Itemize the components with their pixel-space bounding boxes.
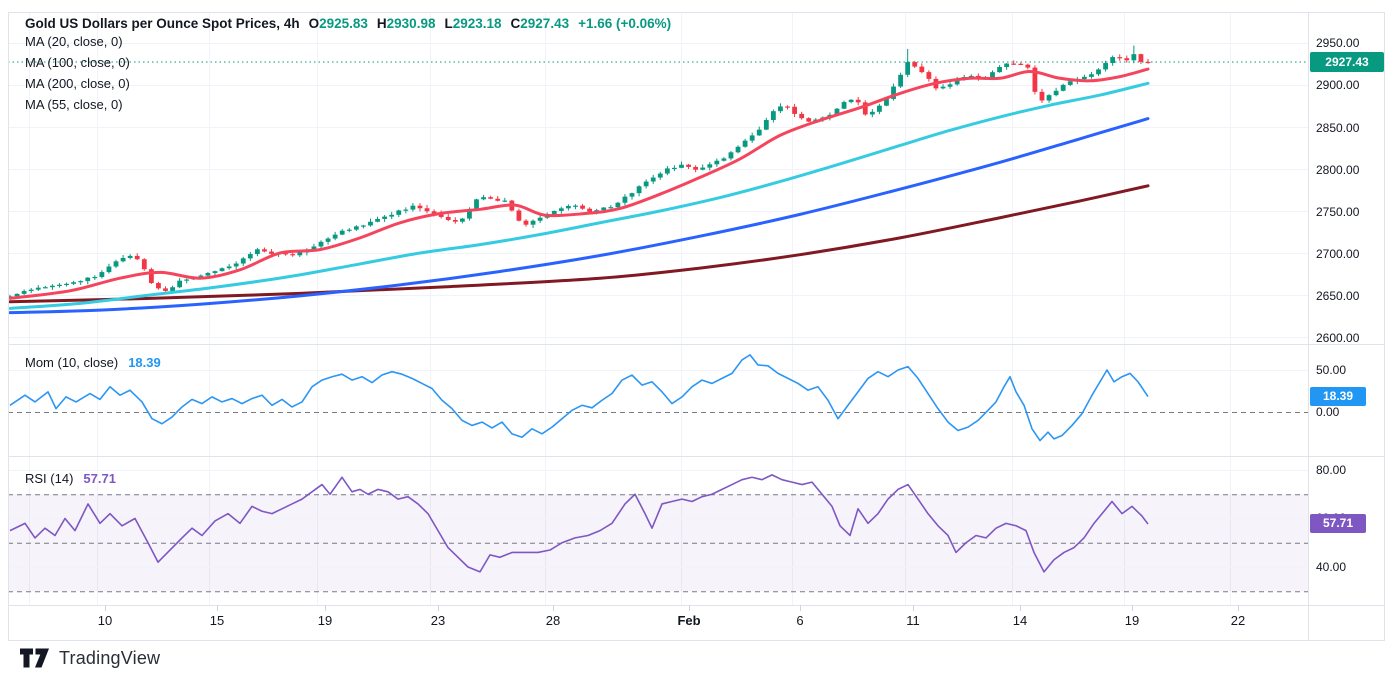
momentum-tick: 50.00 — [1316, 362, 1346, 378]
ma-20-label: MA (20, close, 0) — [25, 34, 123, 49]
legend-main: Gold US Dollars per Ounce Spot Prices, 4… — [25, 16, 671, 115]
pane-separator[interactable] — [8, 456, 1385, 457]
rsi-value: 57.71 — [83, 471, 116, 486]
tradingview-logo[interactable]: TradingView — [20, 646, 160, 671]
time-tick: 6 — [796, 613, 803, 628]
legend-ma-55[interactable]: MA (55, close, 0) — [25, 94, 671, 115]
time-tick: 14 — [1013, 613, 1027, 628]
time-tick-mark — [1020, 605, 1021, 611]
legend-momentum: Mom (10, close) 18.39 — [25, 355, 161, 370]
legend-ma-200[interactable]: MA (200, close, 0) — [25, 73, 671, 94]
rsi-tick: 40.00 — [1316, 559, 1346, 575]
time-tick-mark — [800, 605, 801, 611]
rsi-pane[interactable] — [8, 456, 1308, 605]
time-tick: 10 — [98, 613, 112, 628]
ohlc-open: O2925.83 — [309, 16, 368, 31]
price-change: +1.66 (+0.06%) — [578, 16, 671, 31]
time-tick-mark — [1238, 605, 1239, 611]
price-tick: 2750.00 — [1316, 204, 1359, 220]
time-tick-mark — [438, 605, 439, 611]
ma-100-label: MA (100, close, 0) — [25, 55, 130, 70]
time-tick: 28 — [546, 613, 560, 628]
pane-separator[interactable] — [8, 344, 1385, 345]
time-tick: 19 — [1125, 613, 1139, 628]
rsi-pane-canvas — [8, 456, 1308, 605]
momentum-label: Mom (10, close) — [25, 355, 118, 370]
time-tick: 23 — [431, 613, 445, 628]
time-tick-mark — [217, 605, 218, 611]
time-tick-mark — [553, 605, 554, 611]
last-price-badge: 2927.43 — [1310, 52, 1384, 72]
tradingview-logo-icon — [20, 646, 50, 671]
ohlc-close: C2927.43 — [511, 16, 570, 31]
time-tick-mark — [325, 605, 326, 611]
rsi-legend-row[interactable]: RSI (14) 57.71 — [25, 471, 116, 486]
momentum-pane[interactable] — [8, 344, 1308, 456]
tradingview-logo-text: TradingView — [59, 648, 160, 669]
ma-200-label: MA (200, close, 0) — [25, 76, 130, 91]
ohlc-low: L2923.18 — [444, 16, 501, 31]
rsi-value-badge: 57.71 — [1310, 514, 1366, 533]
legend-ma-20[interactable]: MA (20, close, 0) — [25, 31, 671, 52]
time-tick: 19 — [318, 613, 332, 628]
symbol-title-row[interactable]: Gold US Dollars per Ounce Spot Prices, 4… — [25, 16, 671, 31]
price-tick: 2950.00 — [1316, 35, 1359, 51]
legend-rsi: RSI (14) 57.71 — [25, 471, 116, 486]
time-tick-mark — [1132, 605, 1133, 611]
rsi-label: RSI (14) — [25, 471, 73, 486]
price-tick: 2800.00 — [1316, 162, 1359, 178]
price-tick: 2850.00 — [1316, 120, 1359, 136]
price-tick: 2700.00 — [1316, 246, 1359, 262]
legend-ma-100[interactable]: MA (100, close, 0) — [25, 52, 671, 73]
time-tick-mark — [105, 605, 106, 611]
price-tick: 2600.00 — [1316, 330, 1359, 346]
momentum-value: 18.39 — [128, 355, 161, 370]
time-tick-mark — [689, 605, 690, 611]
price-tick: 2900.00 — [1316, 77, 1359, 93]
ma-55-label: MA (55, close, 0) — [25, 97, 123, 112]
ohlc-high: H2930.98 — [377, 16, 436, 31]
momentum-legend-row[interactable]: Mom (10, close) 18.39 — [25, 355, 161, 370]
tradingview-chart-widget: Gold US Dollars per Ounce Spot Prices, 4… — [0, 0, 1394, 686]
time-tick: 22 — [1231, 613, 1245, 628]
time-tick-month: Feb — [677, 613, 700, 628]
price-tick: 2650.00 — [1316, 288, 1359, 304]
momentum-value-badge: 18.39 — [1310, 387, 1366, 406]
time-axis[interactable]: 10 15 19 23 28 Feb 6 11 14 19 22 — [8, 605, 1308, 641]
time-tick: 15 — [210, 613, 224, 628]
momentum-tick: 0.00 — [1316, 404, 1339, 420]
momentum-pane-canvas — [8, 344, 1308, 456]
time-tick: 11 — [906, 613, 920, 628]
symbol-title: Gold US Dollars per Ounce Spot Prices, 4… — [25, 16, 300, 31]
rsi-tick: 80.00 — [1316, 462, 1346, 478]
time-tick-mark — [913, 605, 914, 611]
